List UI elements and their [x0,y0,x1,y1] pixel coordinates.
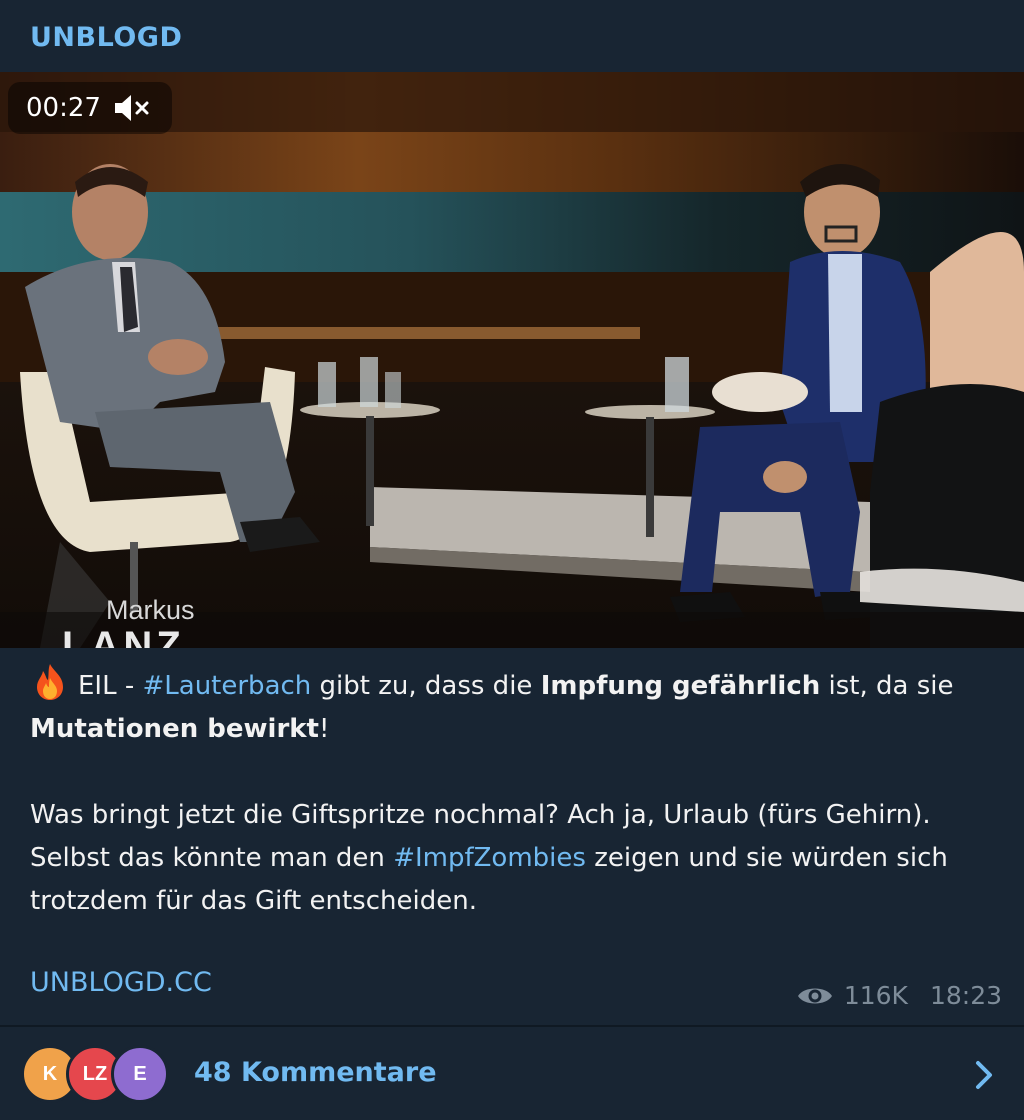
view-count: 116K [843,981,908,1010]
hashtag-impfzombies[interactable]: #ImpfZombies [393,843,586,873]
comments-bar[interactable]: K LZ E 48 Kommentare [0,1027,1024,1120]
message-bold2: Mutationen bewirkt [30,714,319,744]
channel-header: UNBLOGD [0,0,1024,72]
message-text: EIL - #Lauterbach gibt zu, dass die Impf… [30,662,1005,923]
speaker-muted-icon[interactable] [113,93,153,123]
channel-post: UNBLOGD 00:27 Markus LANZ EIL - #Lauterb… [0,0,1024,1120]
comments-count-label[interactable]: 48 Kommentare [194,1057,437,1088]
message-mid2: ist, da sie [820,671,954,701]
hashtag-lauterbach[interactable]: #Lauterbach [143,671,312,701]
video-duration-badge: 00:27 [8,82,172,134]
site-link[interactable]: UNBLOGD.CC [30,967,212,998]
message-paragraph2: Was bringt jetzt die Giftspritze nochmal… [30,794,1005,923]
post-meta: 116K 18:23 [796,981,1002,1010]
message-bold1: Impfung gefährlich [540,671,821,701]
message-prefix: EIL - [78,671,143,701]
fire-icon [37,664,63,700]
message-mid1: gibt zu, dass die [311,671,541,701]
channel-name[interactable]: UNBLOGD [30,22,182,53]
chevron-right-icon[interactable] [968,1055,1000,1095]
avatar: E [111,1045,169,1103]
message-line1: EIL - #Lauterbach gibt zu, dass die Impf… [30,662,1005,751]
show-label-title: LANZ [62,624,185,648]
video-time: 00:27 [26,93,101,123]
commenter-avatars: K LZ E [21,1045,171,1103]
post-time: 18:23 [929,981,1002,1010]
video-player[interactable]: 00:27 Markus LANZ [0,72,1024,648]
video-frame [0,72,1024,648]
message-end: ! [318,714,330,744]
show-label: Markus [106,595,195,625]
eye-icon [797,988,832,1003]
